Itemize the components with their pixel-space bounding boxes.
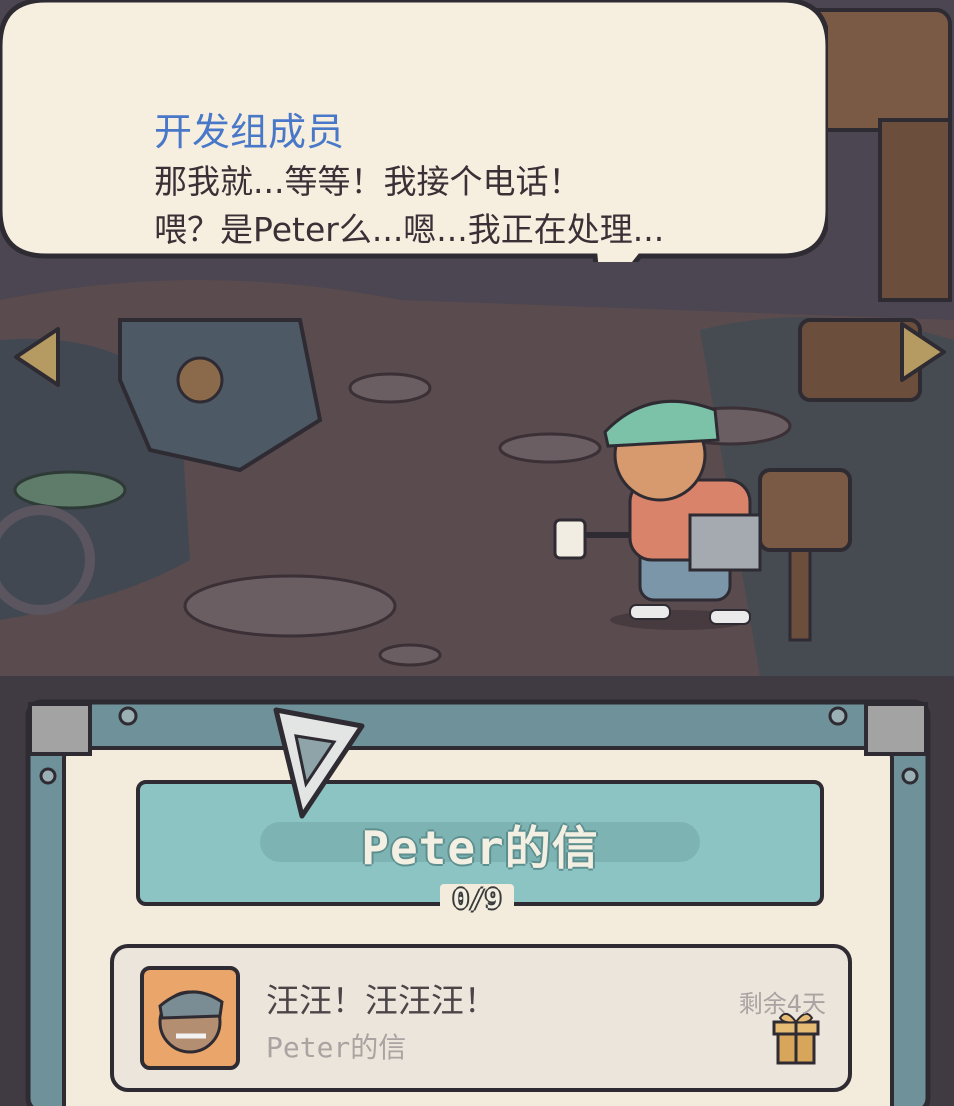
time-left: 剩余4天 (738, 990, 826, 1018)
panel-title: Peter的信 (361, 821, 599, 875)
letters-panel: Peter的信 0/9 汪汪！汪汪汪！ Peter的信 剩余4天 (0, 676, 954, 1106)
progress-counter: 0/9 (452, 884, 502, 915)
letter-title: 汪汪！汪汪汪！ (266, 981, 497, 1020)
letter-subtitle: Peter的信 (266, 1031, 407, 1064)
dialogue-text: 开发组成员 那我就...等等！我接个电话！ 喂？是Peter么...嗯...我正… (154, 106, 854, 254)
dialogue-line: 喂？是Peter么...嗯...我正在处理... (154, 210, 665, 249)
game-scene: 开发组成员 那我就...等等！我接个电话！ 喂？是Peter么...嗯...我正… (0, 0, 954, 676)
triangle-left-icon[interactable] (10, 325, 62, 389)
speaker-name: 开发组成员 (154, 110, 345, 154)
dialogue-line: 那我就...等等！我接个电话！ (154, 162, 582, 201)
triangle-right-icon[interactable] (898, 320, 950, 384)
